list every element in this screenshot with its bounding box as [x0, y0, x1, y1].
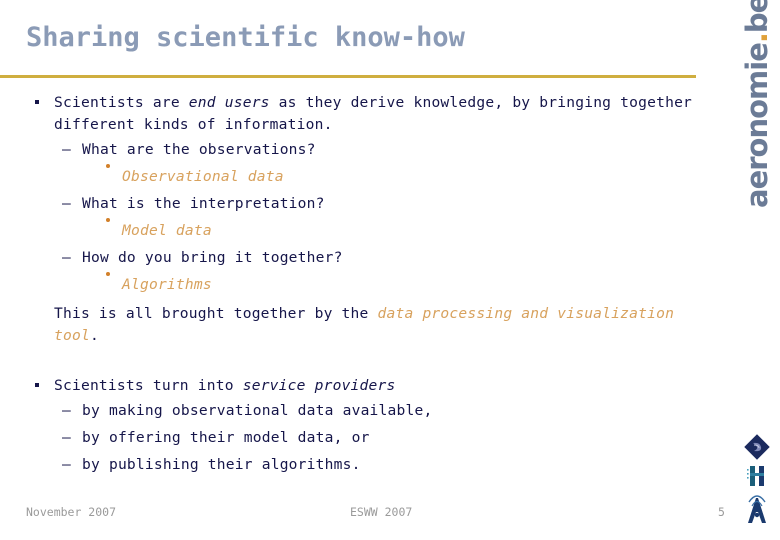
- square-bullet-icon: [35, 383, 39, 387]
- round-bullet-icon: [106, 164, 110, 168]
- closing-paragraph: This is all brought together by the data…: [26, 303, 702, 347]
- bullet-2-sub-item-1: – by making observational data available,: [26, 397, 702, 424]
- sub-item-question-2: – What is the interpretation?: [26, 190, 702, 217]
- sub-item-question-1: – What are the observations?: [26, 136, 702, 163]
- sub-question-1-label: What are the observations?: [82, 141, 316, 158]
- square-bullet-icon: [35, 100, 39, 104]
- sub-answer-3-label: Algorithms: [122, 276, 212, 293]
- closing-suffix: .: [89, 327, 99, 344]
- bullet-2-text-part1: Scientists turn into: [54, 377, 243, 394]
- bullet-item-2: Scientists turn into service providers: [26, 375, 702, 397]
- bullet-2-sub-1-label: by making observational data available,: [82, 402, 433, 419]
- sub-item-answer-2: Model data: [26, 217, 702, 244]
- dash-bullet-icon: –: [62, 141, 71, 158]
- brand-tld: be: [740, 0, 774, 34]
- brand-dot-icon: .: [740, 33, 774, 44]
- footer-date: November 2007: [26, 505, 117, 519]
- footer-event: ESWW 2007: [350, 505, 413, 519]
- slide-footer: November 2007 ESWW 2007 5: [0, 505, 780, 527]
- antenna-a-logo-icon: [748, 495, 766, 523]
- sub-question-2-label: What is the interpretation?: [82, 195, 325, 212]
- dash-bullet-icon: –: [62, 402, 71, 419]
- sub-answer-1-label: Observational data: [122, 168, 284, 185]
- slide-body: Scientists are end users as they derive …: [26, 92, 702, 478]
- brand-rail: aeronomie.be: [696, 0, 780, 220]
- dash-bullet-icon: –: [62, 456, 71, 473]
- bullet-2-sub-2-label: by offering their model data, or: [82, 429, 370, 446]
- round-bullet-icon: [106, 218, 110, 222]
- dash-bullet-icon: –: [62, 195, 71, 212]
- footer-page-number: 5: [718, 505, 725, 519]
- round-bullet-icon: [106, 272, 110, 276]
- page-title: Sharing scientific know-how: [26, 22, 465, 53]
- bullet-1-emphasis: end users: [188, 94, 270, 111]
- bullet-2-sub-item-2: – by offering their model data, or: [26, 424, 702, 451]
- bullet-2-sub-item-3: – by publishing their algorithms.: [26, 451, 702, 478]
- bullet-2-emphasis: service providers: [242, 377, 396, 394]
- bullet-2-sub-3-label: by publishing their algorithms.: [82, 456, 361, 473]
- title-divider: [0, 75, 696, 78]
- sub-answer-2-label: Model data: [122, 222, 212, 239]
- brand-aeronomie-be: aeronomie.be: [740, 0, 774, 208]
- sub-question-3-label: How do you bring it together?: [82, 249, 343, 266]
- sub-item-answer-1: Observational data: [26, 163, 702, 190]
- institute-h-logo-icon: [747, 466, 764, 486]
- bira-iasb-diamond-logo-icon: [744, 434, 770, 460]
- brand-name: aeronomie: [740, 43, 774, 208]
- closing-prefix: This is all brought together by the: [54, 305, 378, 322]
- slide: Sharing scientific know-how aeronomie.be…: [0, 0, 780, 540]
- bullet-item-1: Scientists are end users as they derive …: [26, 92, 702, 136]
- sub-item-answer-3: Algorithms: [26, 271, 702, 298]
- dash-bullet-icon: –: [62, 249, 71, 266]
- logo-stack: [738, 434, 778, 534]
- dash-bullet-icon: –: [62, 429, 71, 446]
- bullet-1-text-part1: Scientists are: [54, 94, 189, 111]
- sub-item-question-3: – How do you bring it together?: [26, 244, 702, 271]
